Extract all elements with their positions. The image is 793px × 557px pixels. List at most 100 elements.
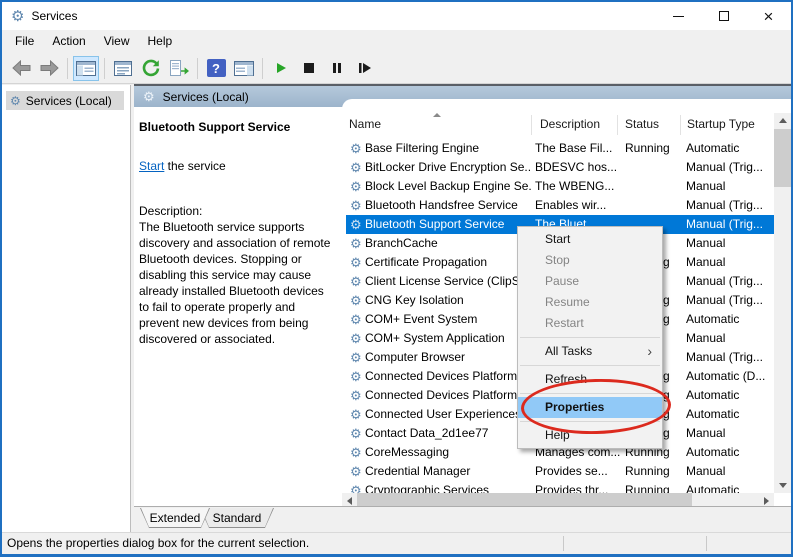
service-gear-icon: ⚙ <box>350 367 364 386</box>
service-gear-icon: ⚙ <box>350 424 364 443</box>
service-row[interactable]: ⚙ BitLocker Drive Encryption Se... BDESV… <box>342 158 774 177</box>
close-icon: × <box>764 8 774 25</box>
menu-item-label: Start <box>545 232 570 246</box>
service-row[interactable]: ⚙ Credential Manager Provides se... Runn… <box>342 462 774 481</box>
service-gear-icon: ⚙ <box>350 310 364 329</box>
services-window: ⚙ Services × File Action View Help <box>0 0 793 557</box>
service-gear-icon: ⚙ <box>350 139 364 158</box>
service-row[interactable]: ⚙ Base Filtering Engine The Base Fil... … <box>342 139 774 158</box>
service-startup-cell: Manual (Trig... <box>686 215 772 234</box>
menu-separator <box>520 365 660 366</box>
description-text: The Bluetooth service supports discovery… <box>139 219 335 347</box>
column-divider[interactable] <box>680 115 681 135</box>
menu-item-restart: Restart <box>518 313 662 334</box>
service-name-cell: COM+ System Application <box>365 329 531 348</box>
service-startup-cell: Automatic <box>686 139 772 158</box>
status-bar: Opens the properties dialog box for the … <box>2 532 791 554</box>
description-label: Description: <box>139 204 334 218</box>
refresh-button[interactable] <box>138 56 164 81</box>
arrow-left-icon <box>347 497 352 505</box>
start-service-link[interactable]: Start <box>139 159 164 173</box>
maximize-button[interactable] <box>701 2 746 30</box>
service-name-cell: Credential Manager <box>365 462 531 481</box>
service-row[interactable]: ⚙ Block Level Backup Engine Se... The WB… <box>342 177 774 196</box>
column-header-description[interactable]: Description <box>540 117 600 131</box>
service-gear-icon: ⚙ <box>350 348 364 367</box>
tab-extended[interactable]: Extended <box>140 508 210 528</box>
extended-header-label: Services (Local) <box>163 90 249 104</box>
service-startup-cell: Manual <box>686 253 772 272</box>
service-description-cell: Provides se... <box>535 462 624 481</box>
export-list-button[interactable] <box>166 56 192 81</box>
menu-separator <box>520 337 660 338</box>
menu-action[interactable]: Action <box>43 30 94 53</box>
service-startup-cell: Manual (Trig... <box>686 348 772 367</box>
column-header-status[interactable]: Status <box>625 117 659 131</box>
minimize-button[interactable] <box>656 2 701 30</box>
service-startup-cell: Automatic <box>686 405 772 424</box>
properties-button[interactable] <box>110 56 136 81</box>
menu-file[interactable]: File <box>6 30 43 53</box>
sort-ascending-icon <box>433 113 441 117</box>
menu-view[interactable]: View <box>95 30 139 53</box>
service-row[interactable]: ⚙ Bluetooth Handsfree Service Enables wi… <box>342 196 774 215</box>
service-status-cell: Running <box>625 139 684 158</box>
column-header-startup-type[interactable]: Startup Type <box>687 117 755 131</box>
start-service-button[interactable] <box>268 56 294 81</box>
service-name-cell: Base Filtering Engine <box>365 139 531 158</box>
status-bar-text: Opens the properties dialog box for the … <box>2 533 791 554</box>
vertical-scroll-thumb[interactable] <box>774 129 791 187</box>
tree-item-label: Services (Local) <box>26 94 112 108</box>
menu-item-pause: Pause <box>518 271 662 292</box>
column-divider[interactable] <box>617 115 618 135</box>
menu-item-start[interactable]: Start <box>518 229 662 250</box>
window-controls: × <box>656 2 791 30</box>
arrow-up-icon <box>779 118 787 123</box>
restart-service-button[interactable] <box>352 56 378 81</box>
column-header-name[interactable]: Name <box>349 117 381 131</box>
menu-help[interactable]: Help <box>139 30 182 53</box>
pause-service-button[interactable] <box>324 56 350 81</box>
service-name-cell: Connected Devices Platform... <box>365 367 531 386</box>
forward-button[interactable] <box>36 56 62 81</box>
menu-item-all-tasks[interactable]: All Tasks› <box>518 341 662 362</box>
scroll-down-button[interactable] <box>774 478 791 493</box>
service-gear-icon: ⚙ <box>350 291 364 310</box>
show-console-tree-button[interactable] <box>73 56 99 81</box>
service-gear-icon: ⚙ <box>350 177 364 196</box>
close-button[interactable]: × <box>746 2 791 30</box>
column-divider[interactable] <box>531 115 532 135</box>
service-description-cell: The WBENG... <box>535 177 624 196</box>
help-button[interactable]: ? <box>203 56 229 81</box>
properties-icon <box>114 61 132 76</box>
scroll-up-button[interactable] <box>774 113 791 128</box>
service-startup-cell: Manual <box>686 424 772 443</box>
vertical-scrollbar[interactable] <box>774 113 791 493</box>
restart-icon <box>358 62 372 74</box>
list-header: Name Description Status Startup Type <box>342 113 774 137</box>
service-action-line: Start the service <box>139 159 334 173</box>
service-startup-cell: Manual <box>686 329 772 348</box>
service-startup-cell: Manual (Trig... <box>686 158 772 177</box>
service-gear-icon: ⚙ <box>350 272 364 291</box>
service-name-cell: Connected Devices Platform... <box>365 386 531 405</box>
app-gear-icon: ⚙ <box>11 9 24 24</box>
tab-standard[interactable]: Standard <box>200 508 274 528</box>
menu-item-label: All Tasks <box>545 344 592 358</box>
back-button[interactable] <box>8 56 34 81</box>
back-icon <box>12 60 31 76</box>
toolbar-separator <box>67 58 68 79</box>
menu-item-label: Resume <box>545 295 590 309</box>
service-gear-icon: ⚙ <box>350 405 364 424</box>
menu-item-label: Restart <box>545 316 584 330</box>
console-tree-pane: ⚙ Services (Local) <box>2 85 131 532</box>
service-gear-icon: ⚙ <box>350 462 364 481</box>
service-status-cell: Running <box>625 462 684 481</box>
tree-item-services-local[interactable]: ⚙ Services (Local) <box>6 91 124 110</box>
show-action-pane-button[interactable] <box>231 56 257 81</box>
view-tabs: Standard Extended <box>134 506 791 532</box>
service-startup-cell: Automatic (D... <box>686 367 772 386</box>
services-gear-icon: ⚙ <box>143 90 155 103</box>
stop-service-button[interactable] <box>296 56 322 81</box>
service-startup-cell: Manual (Trig... <box>686 272 772 291</box>
